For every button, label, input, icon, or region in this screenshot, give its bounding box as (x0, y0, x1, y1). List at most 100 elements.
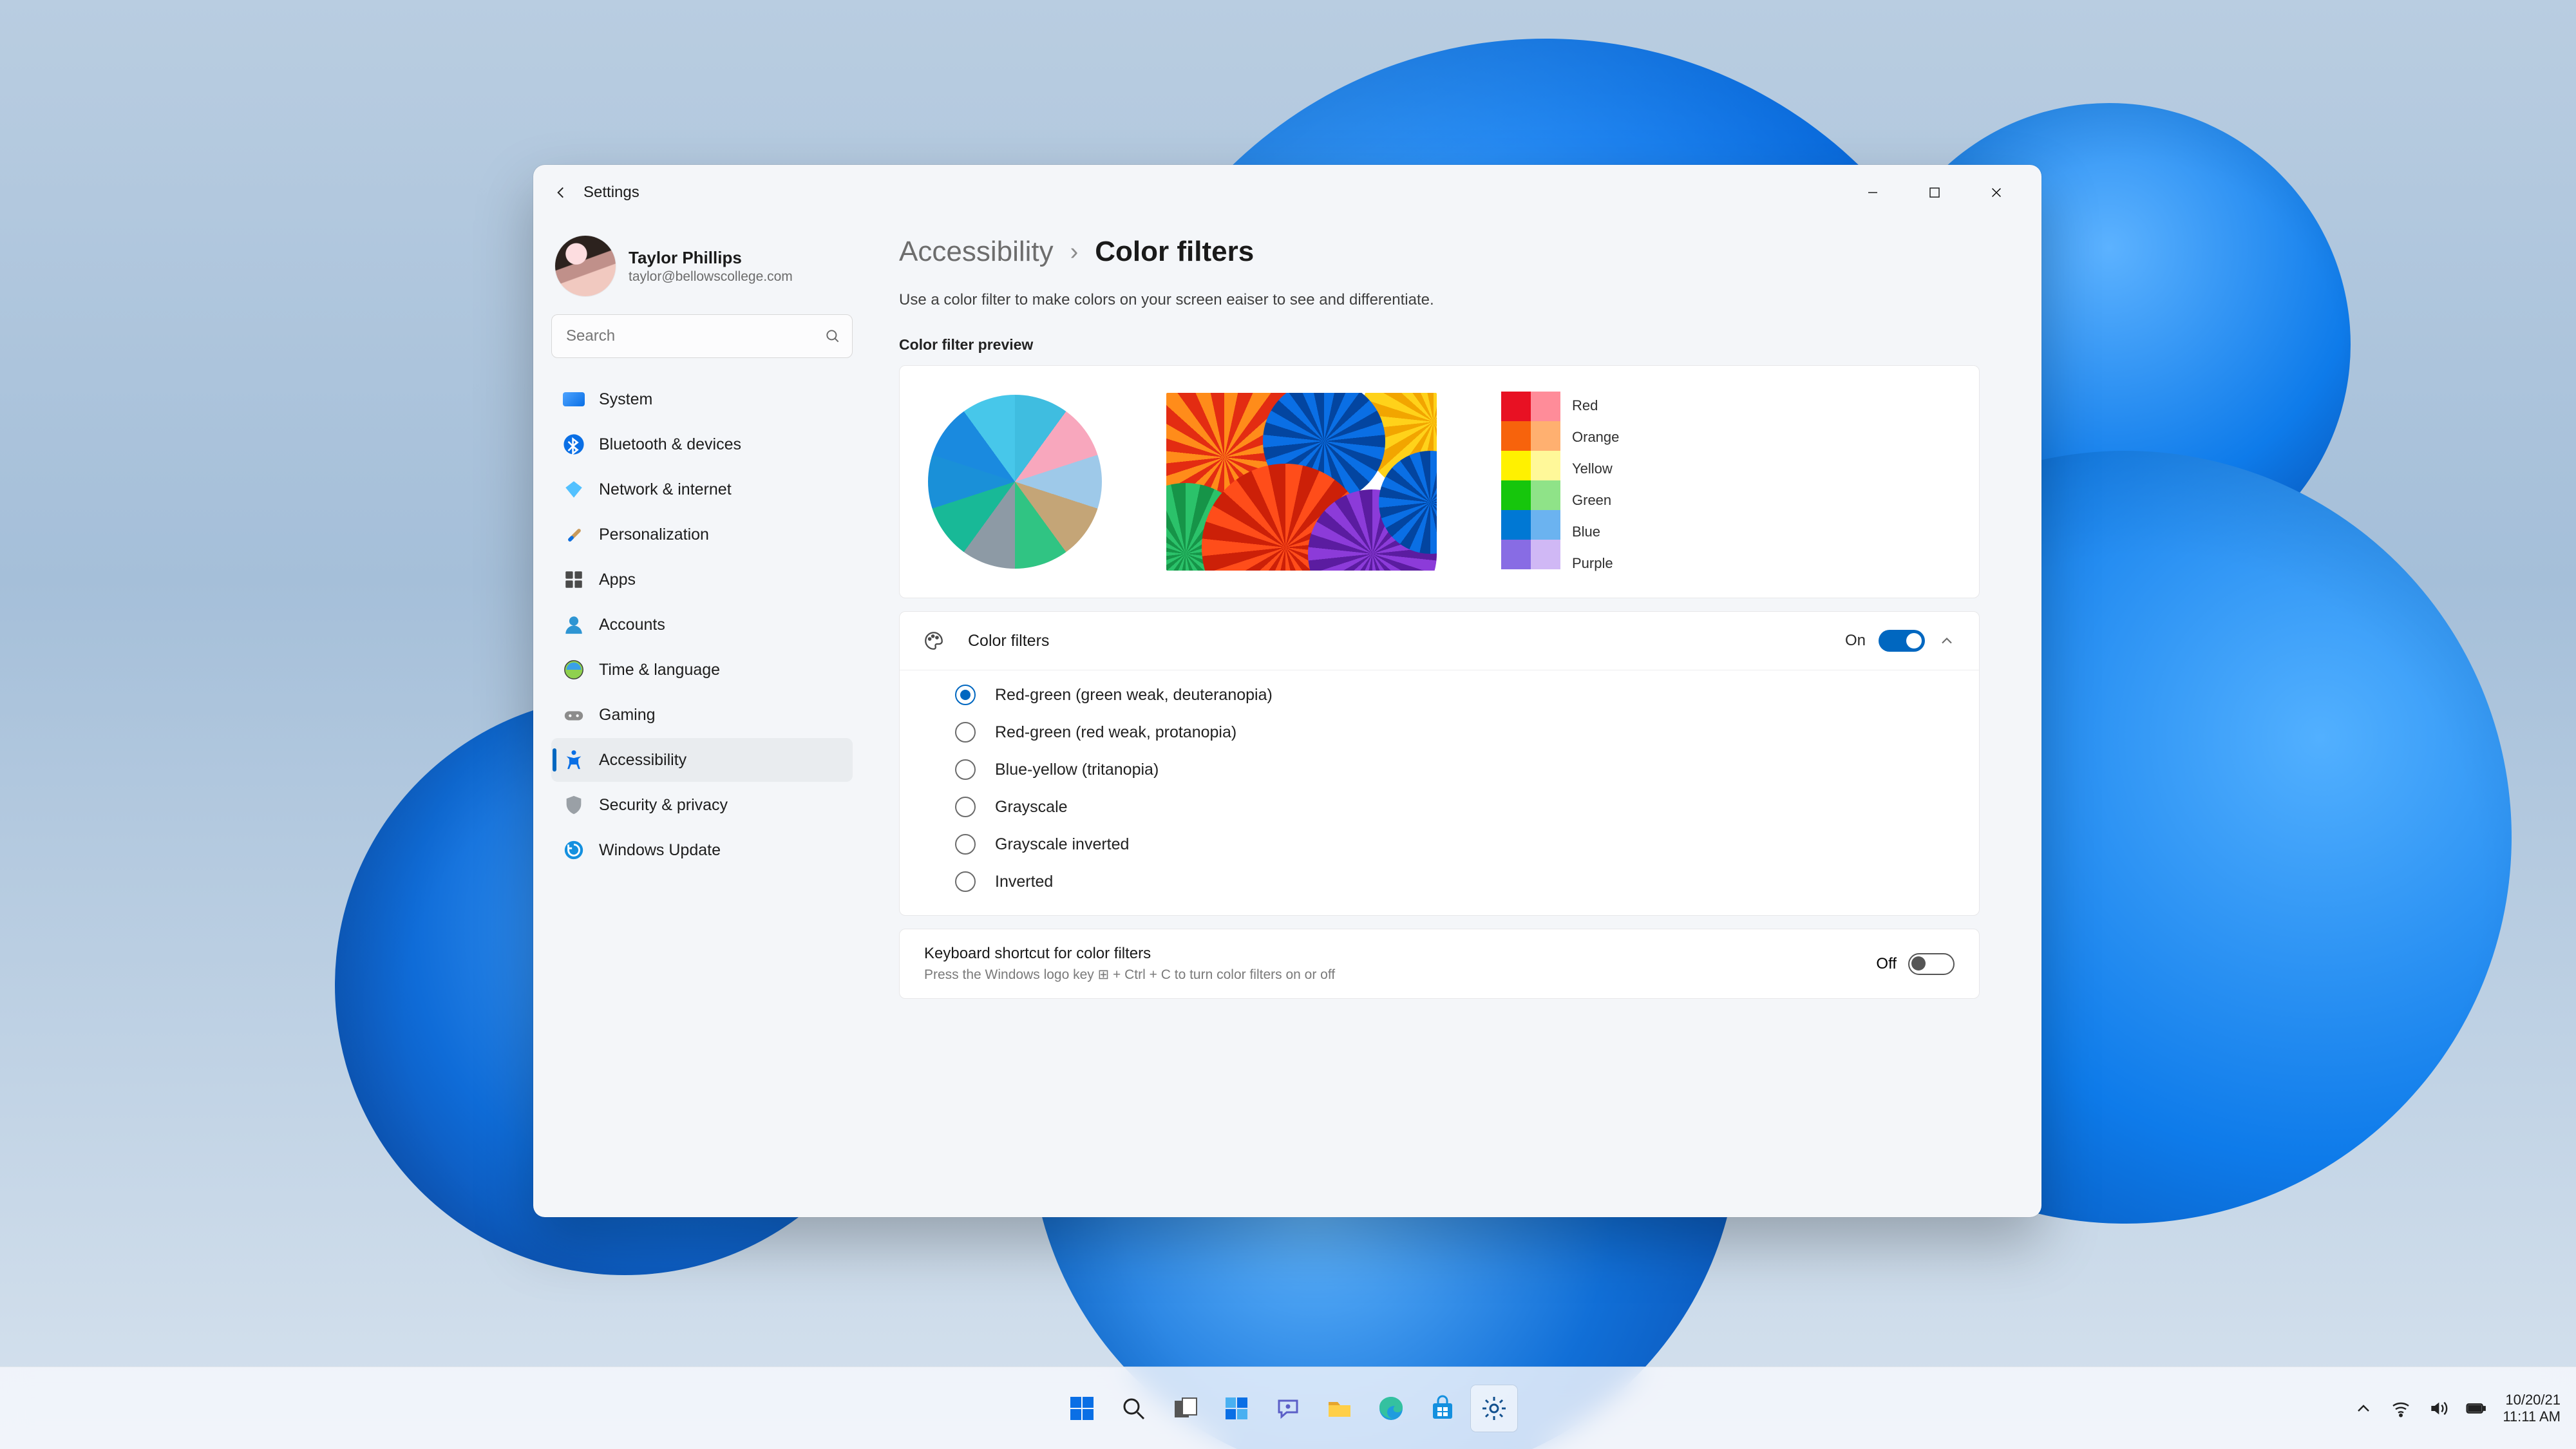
search-input[interactable] (551, 314, 853, 358)
taskbar-chat[interactable] (1265, 1385, 1311, 1432)
clock-time: 11:11 AM (2503, 1408, 2561, 1425)
radio-icon (955, 759, 976, 780)
nav-label: Network & internet (599, 480, 732, 499)
swatch (1531, 480, 1560, 510)
battery-icon[interactable] (2465, 1398, 2486, 1419)
taskbar-search[interactable] (1110, 1385, 1157, 1432)
search-box[interactable] (551, 314, 853, 358)
nav-time[interactable]: Time & language (551, 648, 853, 692)
filter-option-grayscale-inv[interactable]: Grayscale inverted (955, 834, 1956, 855)
taskbar-taskview[interactable] (1162, 1385, 1208, 1432)
nav-label: Gaming (599, 706, 656, 724)
swatch (1531, 392, 1560, 421)
nav-update[interactable]: Windows Update (551, 828, 853, 872)
window-title: Settings (583, 184, 639, 202)
wifi-icon[interactable] (2391, 1398, 2411, 1419)
radio-icon (955, 834, 976, 855)
swatch (1531, 451, 1560, 480)
shortcut-title: Keyboard shortcut for color filters (924, 945, 1335, 963)
palette-label: Blue (1572, 524, 1619, 540)
palette-label: Red (1572, 397, 1619, 414)
filter-option-label: Grayscale (995, 798, 1068, 817)
tray-overflow-icon[interactable] (2353, 1398, 2374, 1419)
color-filters-expander[interactable]: Color filters On (900, 612, 1979, 670)
clock-date: 10/20/21 (2503, 1392, 2561, 1408)
nav-accessibility[interactable]: Accessibility (551, 738, 853, 782)
color-filters-title: Color filters (968, 632, 1049, 650)
nav-accounts[interactable]: Accounts (551, 603, 853, 647)
main-content[interactable]: Accessibility › Color filters Use a colo… (868, 220, 2041, 1217)
filter-option-tritanopia[interactable]: Blue-yellow (tritanopia) (955, 759, 1956, 780)
palette-icon (923, 630, 945, 652)
start-button[interactable] (1059, 1385, 1105, 1432)
color-wheel-preview (928, 395, 1102, 569)
taskbar-edge[interactable] (1368, 1385, 1414, 1432)
radio-icon (955, 685, 976, 705)
breadcrumb: Accessibility › Color filters (899, 236, 1980, 268)
preview-card: RedOrangeYellowGreenBluePurple (899, 365, 1980, 598)
swatch (1501, 392, 1531, 421)
filter-option-label: Red-green (green weak, deuteranopia) (995, 686, 1273, 705)
taskbar-clock[interactable]: 10/20/21 11:11 AM (2503, 1392, 2561, 1425)
filter-option-deuteranopia[interactable]: Red-green (green weak, deuteranopia) (955, 685, 1956, 705)
avatar (555, 236, 616, 296)
profile-name: Taylor Phillips (629, 248, 793, 268)
sample-image-preview (1166, 393, 1437, 571)
taskbar-store[interactable] (1419, 1385, 1466, 1432)
page-description: Use a color filter to make colors on you… (899, 291, 1980, 309)
filter-option-label: Inverted (995, 873, 1053, 891)
nav-apps[interactable]: Apps (551, 558, 853, 601)
color-filters-toggle[interactable] (1879, 630, 1925, 652)
swatch (1531, 540, 1560, 569)
breadcrumb-parent[interactable]: Accessibility (899, 236, 1054, 268)
color-filter-options: Red-green (green weak, deuteranopia) Red-… (900, 670, 1979, 915)
taskbar-widgets[interactable] (1213, 1385, 1260, 1432)
palette-label: Orange (1572, 429, 1619, 446)
nav-label: Bluetooth & devices (599, 435, 741, 454)
nav-personalization[interactable]: Personalization (551, 513, 853, 556)
swatch (1501, 421, 1531, 451)
radio-icon (955, 722, 976, 743)
filter-option-inverted[interactable]: Inverted (955, 871, 1956, 892)
taskbar-settings[interactable] (1471, 1385, 1517, 1432)
palette-label: Purple (1572, 555, 1619, 572)
swatch (1501, 480, 1531, 510)
radio-icon (955, 871, 976, 892)
profile-block[interactable]: Taylor Phillips taylor@bellowscollege.co… (551, 233, 853, 299)
nav-label: System (599, 390, 652, 409)
nav-label: Time & language (599, 661, 720, 679)
profile-email: taylor@bellowscollege.com (629, 269, 793, 285)
nav-gaming[interactable]: Gaming (551, 693, 853, 737)
filter-option-label: Grayscale inverted (995, 835, 1129, 854)
chevron-right-icon: › (1070, 238, 1079, 266)
filter-option-label: Blue-yellow (tritanopia) (995, 761, 1159, 779)
palette-preview: RedOrangeYellowGreenBluePurple (1501, 392, 1619, 572)
shortcut-card: Keyboard shortcut for color filters Pres… (899, 929, 1980, 999)
nav-system[interactable]: System (551, 377, 853, 421)
nav-label: Personalization (599, 526, 709, 544)
maximize-button[interactable] (1904, 173, 1965, 212)
nav-bluetooth[interactable]: Bluetooth & devices (551, 422, 853, 466)
filter-option-grayscale[interactable]: Grayscale (955, 797, 1956, 817)
chevron-up-icon (1938, 632, 1956, 650)
swatch (1501, 510, 1531, 540)
sidebar: Taylor Phillips taylor@bellowscollege.co… (533, 220, 868, 1217)
taskbar-file-explorer[interactable] (1316, 1385, 1363, 1432)
taskbar: 10/20/21 11:11 AM (0, 1367, 2576, 1449)
minimize-button[interactable] (1842, 173, 1904, 212)
nav-network[interactable]: Network & internet (551, 468, 853, 511)
volume-icon[interactable] (2428, 1398, 2448, 1419)
nav-privacy[interactable]: Security & privacy (551, 783, 853, 827)
swatch (1531, 421, 1560, 451)
back-button[interactable] (547, 179, 574, 206)
color-filters-card: Color filters On Red-green (green weak, … (899, 611, 1980, 916)
shortcut-state: Off (1876, 955, 1897, 973)
filter-option-protanopia[interactable]: Red-green (red weak, protanopia) (955, 722, 1956, 743)
close-button[interactable] (1965, 173, 2027, 212)
swatch (1531, 510, 1560, 540)
shortcut-toggle[interactable] (1908, 953, 1955, 975)
taskbar-center (1059, 1385, 1517, 1432)
preview-label: Color filter preview (899, 336, 1980, 354)
breadcrumb-current: Color filters (1095, 236, 1254, 268)
nav-label: Accounts (599, 616, 665, 634)
